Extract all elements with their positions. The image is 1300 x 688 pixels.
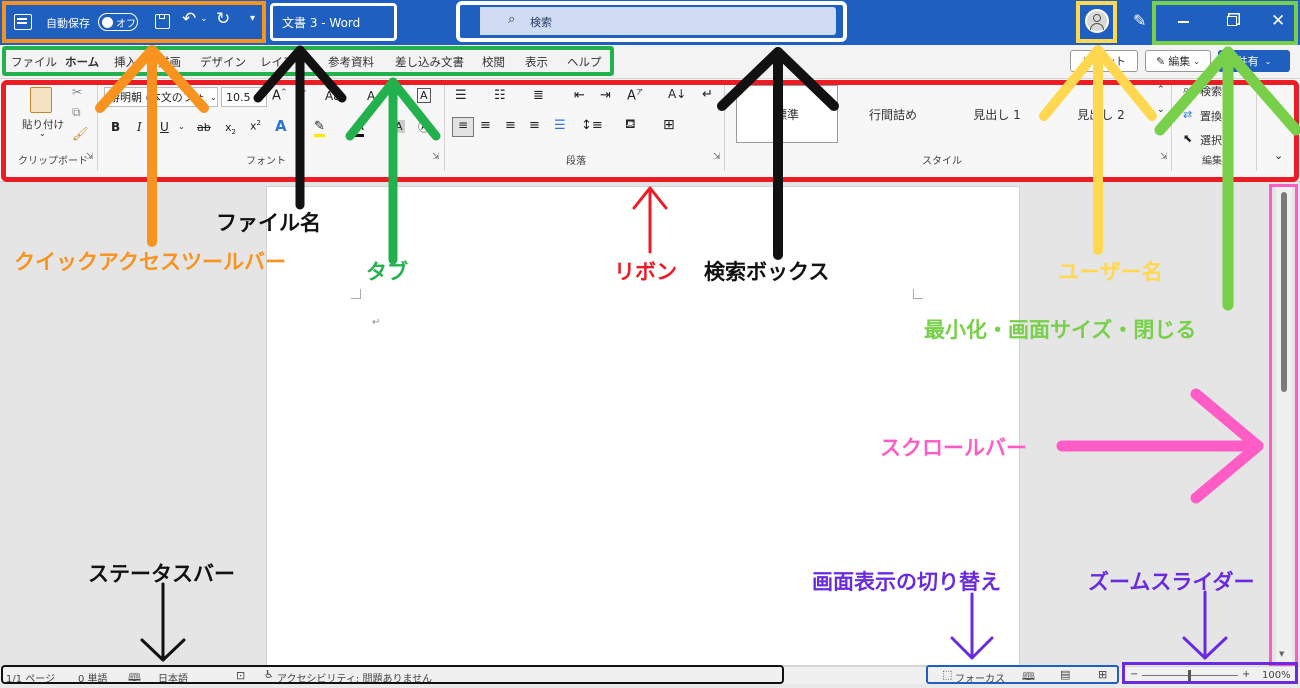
- arrow-search-box: [717, 47, 839, 260]
- label-view-switch: 画面表示の切り替え: [812, 570, 1001, 594]
- arrow-file-name: [253, 45, 347, 210]
- label-tabs: タブ: [366, 260, 408, 284]
- label-user-name: ユーザー名: [1058, 260, 1163, 284]
- arrow-view-switch: [950, 592, 994, 660]
- arrow-tabs: [345, 77, 441, 265]
- label-quick-access: クイックアクセスツールバー: [14, 250, 286, 274]
- arrow-zoom: [1182, 590, 1228, 660]
- arrow-window-controls: [1154, 46, 1300, 311]
- label-window-controls: 最小化・画面サイズ・閉じる: [924, 318, 1197, 342]
- label-ribbon: リボン: [614, 260, 677, 284]
- arrow-status-bar: [140, 582, 186, 662]
- arrow-scrollbar: [1056, 388, 1264, 504]
- label-scrollbar: スクロールバー: [880, 436, 1027, 460]
- label-status-bar: ステータスバー: [88, 562, 235, 586]
- arrow-ribbon: [632, 186, 668, 254]
- label-file-name: ファイル名: [216, 211, 321, 235]
- label-zoom-slider: ズームスライダー: [1088, 570, 1255, 594]
- label-search-box: 検索ボックス: [704, 260, 830, 284]
- arrow-user-name: [1039, 45, 1157, 255]
- arrow-quick-access: [95, 45, 209, 247]
